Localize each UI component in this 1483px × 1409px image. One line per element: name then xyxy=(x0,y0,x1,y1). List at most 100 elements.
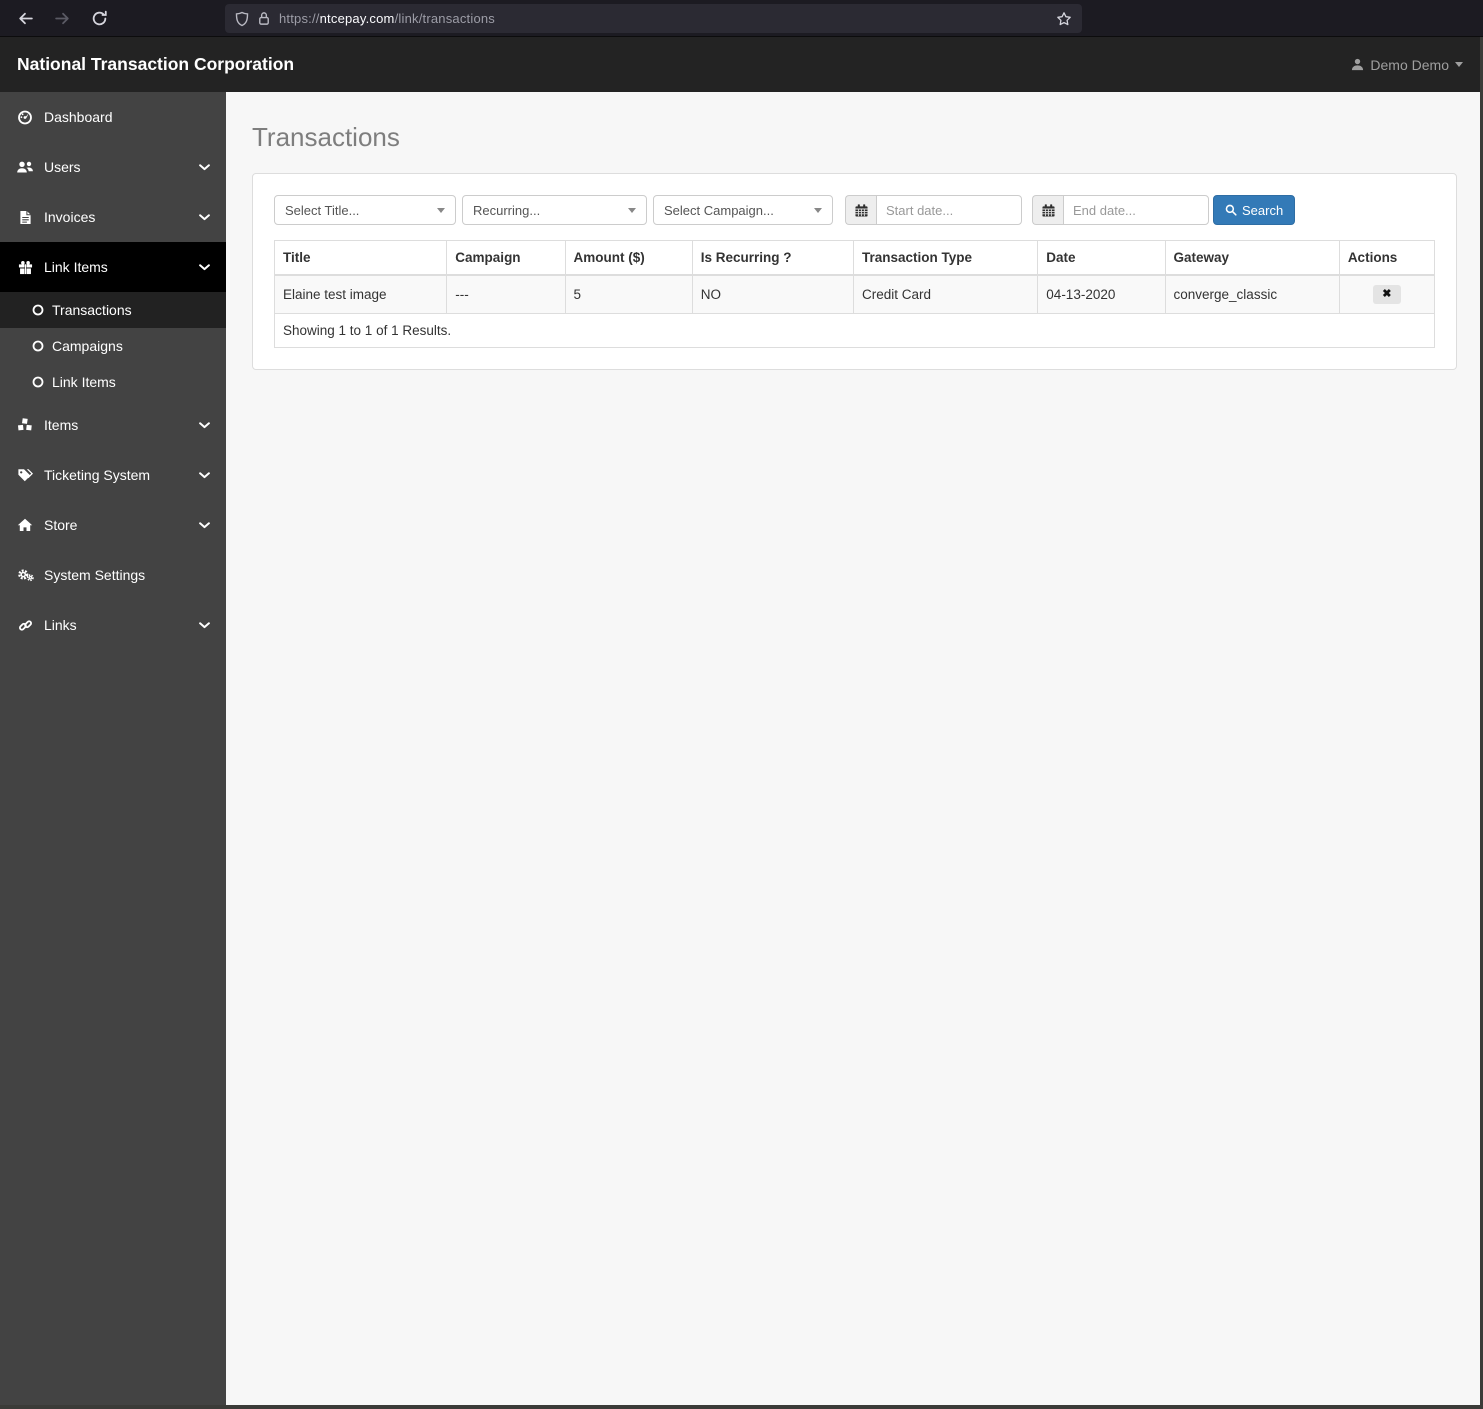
search-button-label: Search xyxy=(1242,202,1284,218)
bookmark-star-icon[interactable] xyxy=(1056,11,1072,27)
filters-bar: Select Title... Recurring... Select Camp… xyxy=(274,195,1435,225)
chevron-down-icon xyxy=(199,213,210,221)
shield-icon[interactable] xyxy=(235,11,249,27)
calendar-icon[interactable] xyxy=(845,195,876,225)
cell-gateway: converge_classic xyxy=(1164,274,1340,314)
sidebar-item-link-items[interactable]: Link Items xyxy=(0,242,226,292)
circle-icon xyxy=(31,338,44,354)
lock-icon[interactable] xyxy=(258,11,270,26)
start-date-input[interactable] xyxy=(876,195,1022,225)
chevron-down-icon xyxy=(199,263,210,271)
col-header-title: Title xyxy=(273,240,448,276)
select-caret-icon xyxy=(814,207,822,213)
cell-is-recurring: NO xyxy=(691,274,854,314)
sidebar-item-label: System Settings xyxy=(44,567,146,583)
remove-button[interactable]: ✖ xyxy=(1373,285,1401,304)
cell-transaction-type: Credit Card xyxy=(852,274,1039,314)
brand-title[interactable]: National Transaction Corporation xyxy=(17,54,294,75)
circle-icon xyxy=(31,302,44,318)
user-icon xyxy=(1351,58,1364,71)
cell-date: 04-13-2020 xyxy=(1037,274,1166,314)
sidebar-subitem-label: Campaigns xyxy=(52,338,123,354)
cubes-icon xyxy=(16,417,34,433)
sidebar-item-label: Users xyxy=(44,159,81,175)
campaign-select[interactable]: Select Campaign... xyxy=(653,195,833,225)
gift-icon xyxy=(16,259,34,275)
chevron-down-icon xyxy=(199,421,210,429)
end-date-group xyxy=(1032,195,1209,225)
transactions-panel: Select Title... Recurring... Select Camp… xyxy=(252,173,1457,370)
url-text: https://ntcepay.com/link/transactions xyxy=(279,11,495,26)
calendar-icon[interactable] xyxy=(1032,195,1063,225)
link-items-submenu: Transactions Campaigns Link Items xyxy=(0,292,226,400)
search-button[interactable]: Search xyxy=(1213,195,1296,225)
sidebar-item-invoices[interactable]: Invoices xyxy=(0,192,226,242)
sidebar-item-ticketing-system[interactable]: Ticketing System xyxy=(0,450,226,500)
chevron-down-icon xyxy=(199,471,210,479)
cell-title: Elaine test image xyxy=(273,274,448,314)
title-select[interactable]: Select Title... xyxy=(274,195,456,225)
user-menu[interactable]: Demo Demo xyxy=(1351,57,1463,73)
chevron-down-icon xyxy=(199,521,210,529)
browser-chrome: https://ntcepay.com/link/transactions xyxy=(0,0,1483,37)
recurring-select[interactable]: Recurring... xyxy=(462,195,647,225)
sidebar-item-label: Items xyxy=(44,417,79,433)
user-menu-label: Demo Demo xyxy=(1370,56,1449,73)
sidebar-item-label: Link Items xyxy=(44,259,108,275)
forward-icon[interactable] xyxy=(54,10,71,27)
col-header-transaction-type: Transaction Type xyxy=(852,240,1039,276)
start-date-group xyxy=(845,195,1022,225)
cell-actions: ✖ xyxy=(1338,274,1436,314)
cell-campaign: --- xyxy=(446,274,566,314)
chain-icon xyxy=(16,617,34,633)
remove-icon: ✖ xyxy=(1382,288,1392,300)
back-icon[interactable] xyxy=(17,10,34,27)
sidebar-subitem-campaigns[interactable]: Campaigns xyxy=(0,328,226,364)
sidebar-item-items[interactable]: Items xyxy=(0,400,226,450)
sidebar-item-store[interactable]: Store xyxy=(0,500,226,550)
home-icon xyxy=(16,517,34,533)
table-footer-row: Showing 1 to 1 of 1 Results. xyxy=(274,313,1435,348)
sidebar-item-label: Dashboard xyxy=(44,109,113,125)
title-select-value: Select Title... xyxy=(285,202,360,218)
caret-down-icon xyxy=(1455,62,1463,67)
invoices-icon xyxy=(16,209,34,225)
sidebar-item-label: Ticketing System xyxy=(44,467,151,483)
sidebar-item-label: Invoices xyxy=(44,209,96,225)
cell-amount: 5 xyxy=(564,274,693,314)
sidebar: Dashboard Users Invoices Link Items Tran… xyxy=(0,92,226,1409)
col-header-actions: Actions xyxy=(1338,240,1436,276)
table-row: Elaine test image --- 5 NO Credit Card 0… xyxy=(273,274,1436,314)
end-date-input[interactable] xyxy=(1063,195,1209,225)
tags-icon xyxy=(16,467,34,483)
col-header-campaign: Campaign xyxy=(446,240,566,276)
search-icon xyxy=(1225,204,1237,216)
transactions-table: Title Campaign Amount ($) Is Recurring ?… xyxy=(273,240,1436,348)
campaign-select-value: Select Campaign... xyxy=(664,202,774,218)
sidebar-subitem-link-items[interactable]: Link Items xyxy=(0,364,226,400)
gears-icon xyxy=(16,567,34,583)
col-header-gateway: Gateway xyxy=(1164,240,1340,276)
sidebar-item-label: Links xyxy=(44,617,77,633)
chevron-down-icon xyxy=(199,621,210,629)
main-content: Transactions Select Title... Recurring..… xyxy=(226,92,1483,1409)
sidebar-item-system-settings[interactable]: System Settings xyxy=(0,550,226,600)
sidebar-item-links[interactable]: Links xyxy=(0,600,226,650)
sidebar-subitem-label: Transactions xyxy=(52,302,132,318)
col-header-amount: Amount ($) xyxy=(564,240,693,276)
sidebar-item-users[interactable]: Users xyxy=(0,142,226,192)
sidebar-subitem-transactions[interactable]: Transactions xyxy=(0,292,226,328)
sidebar-item-label: Store xyxy=(44,517,78,533)
sidebar-subitem-label: Link Items xyxy=(52,374,116,390)
url-bar[interactable]: https://ntcepay.com/link/transactions xyxy=(225,4,1082,33)
window-bottom-edge xyxy=(0,1405,1483,1409)
page-title: Transactions xyxy=(252,122,400,152)
select-caret-icon xyxy=(628,207,636,213)
table-header-row: Title Campaign Amount ($) Is Recurring ?… xyxy=(273,240,1436,276)
results-summary: Showing 1 to 1 of 1 Results. xyxy=(274,313,1435,348)
dashboard-icon xyxy=(16,109,34,125)
reload-icon[interactable] xyxy=(91,10,108,27)
recurring-select-value: Recurring... xyxy=(473,202,541,218)
col-header-is-recurring: Is Recurring ? xyxy=(691,240,854,276)
sidebar-item-dashboard[interactable]: Dashboard xyxy=(0,92,226,142)
